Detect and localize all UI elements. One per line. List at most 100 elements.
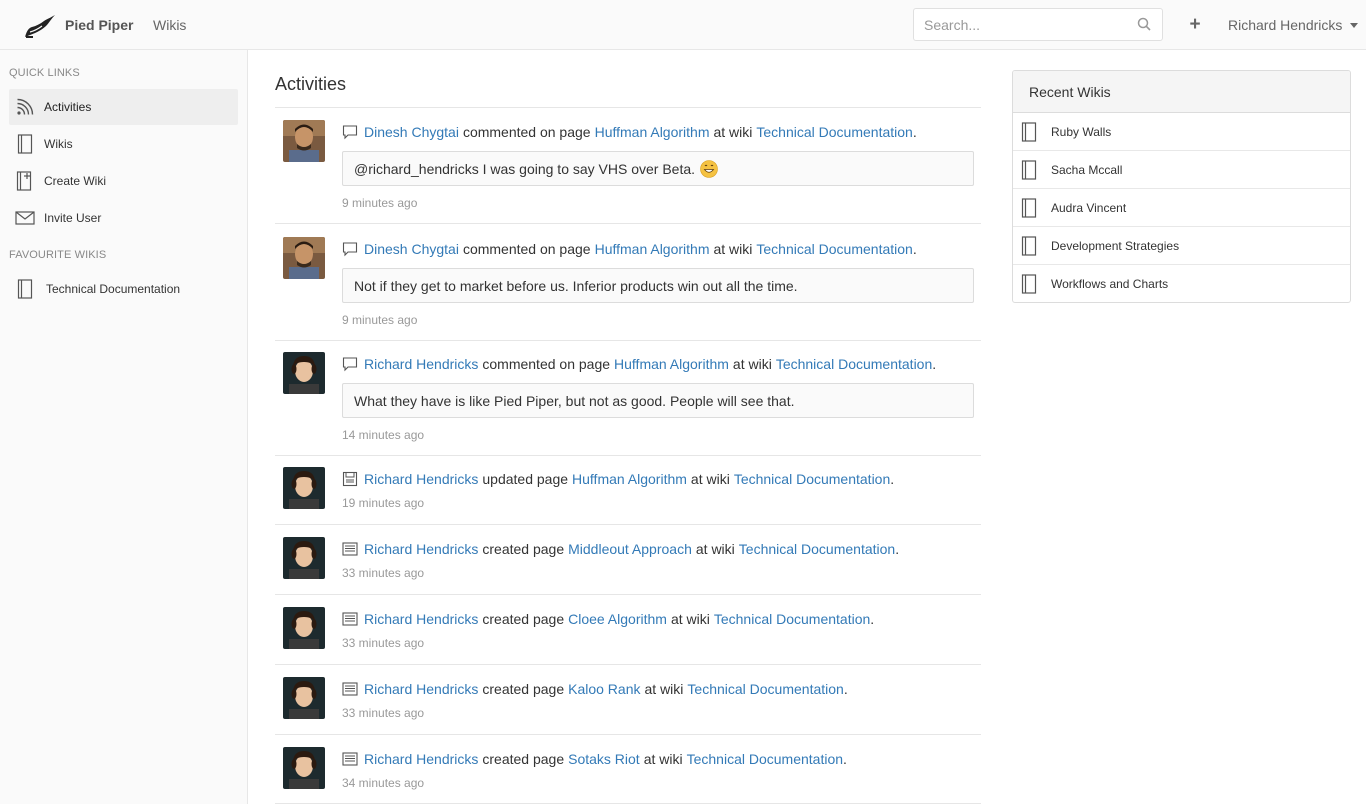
avatar[interactable] (283, 677, 325, 719)
brand-link[interactable]: Pied Piper (24, 12, 133, 38)
smiley-emoji-icon (700, 159, 718, 178)
pied-piper-logo-icon (25, 15, 55, 38)
recent-wiki-item[interactable]: Development Strategies (1013, 227, 1350, 265)
page-link[interactable]: Sotaks Riot (568, 751, 640, 767)
book-icon (1021, 235, 1037, 256)
rss-icon (14, 96, 36, 118)
book-icon (14, 133, 36, 155)
book-icon (1021, 159, 1037, 180)
caret-down-icon (1350, 22, 1359, 28)
avatar[interactable] (283, 747, 325, 789)
action-text: updated page (482, 471, 569, 487)
book-icon (1021, 274, 1037, 294)
search-input[interactable] (914, 9, 1134, 40)
page-link[interactable]: Huffman Algorithm (595, 124, 710, 140)
user-menu-dropdown[interactable]: Richard Hendricks (1228, 17, 1359, 33)
timestamp: 33 minutes ago (342, 566, 425, 580)
avatar[interactable] (283, 607, 325, 649)
activity-text: Richard Hendricks created page Cloee Algor… (342, 611, 874, 627)
avatar[interactable] (283, 120, 325, 162)
avatar[interactable] (283, 467, 325, 509)
wiki-link[interactable]: Technical Documentation (687, 681, 843, 697)
action-text: at wiki (670, 611, 710, 627)
search-box (913, 8, 1163, 41)
page-icon (342, 751, 358, 767)
activity-text: Richard Hendricks created page Kaloo Rank a… (342, 681, 848, 697)
user-name: Richard Hendricks (1228, 17, 1343, 33)
avatar[interactable] (283, 352, 325, 394)
page-icon (342, 681, 358, 697)
punctuation: . (912, 124, 917, 140)
action-text: at wiki (690, 471, 730, 487)
sidebar-item-create-wiki[interactable]: Create Wiki (9, 163, 238, 199)
user-link[interactable]: Richard Hendricks (364, 751, 478, 767)
top-navbar: Pied Piper Wikis + Richard Hendricks (0, 0, 1366, 50)
wiki-link[interactable]: Technical Documentation (714, 611, 870, 627)
sidebar-item-label: Technical Documentation (46, 282, 181, 296)
page-link[interactable]: Kaloo Rank (568, 681, 640, 697)
wiki-link[interactable]: Technical Documentation (776, 356, 932, 372)
user-link[interactable]: Richard Hendricks (364, 541, 478, 557)
sidebar-item-invite-user[interactable]: Invite User (9, 200, 238, 236)
wiki-link[interactable]: Technical Documentation (756, 241, 912, 257)
avatar[interactable] (283, 537, 325, 579)
comment-icon (342, 241, 358, 257)
comment-icon (342, 356, 358, 372)
sidebar: QUICK LINKS Activities Wikis Create Wiki… (0, 50, 248, 804)
user-link[interactable]: Richard Hendricks (364, 611, 478, 627)
book-plus-icon (14, 170, 36, 192)
wiki-link[interactable]: Technical Documentation (739, 541, 895, 557)
search-icon[interactable] (1137, 17, 1151, 31)
activity-item: Dinesh Chygtai commented on page Huffman A… (275, 225, 981, 341)
book-icon (1021, 197, 1037, 218)
recent-wiki-item[interactable]: Sacha Mccall (1013, 151, 1350, 189)
page-link[interactable]: Cloee Algorithm (568, 611, 667, 627)
sidebar-item-technical-documentation[interactable]: Technical Documentation (9, 271, 238, 307)
page-link[interactable]: Middleout Approach (568, 541, 692, 557)
action-text: created page (482, 751, 565, 767)
page-icon (342, 541, 358, 557)
recent-wiki-item[interactable]: Audra Vincent (1013, 189, 1350, 227)
punctuation: . (895, 541, 900, 557)
action-text: created page (482, 541, 565, 557)
user-link[interactable]: Dinesh Chygtai (364, 124, 459, 140)
comment-body: @richard_hendricks I was going to say VH… (342, 151, 974, 186)
user-link[interactable]: Richard Hendricks (364, 356, 478, 372)
timestamp: 33 minutes ago (342, 706, 425, 720)
action-text: created page (482, 681, 565, 697)
user-link[interactable]: Dinesh Chygtai (364, 241, 459, 257)
page-title: Activities (275, 74, 347, 94)
user-link[interactable]: Richard Hendricks (364, 471, 478, 487)
recent-wiki-label: Workflows and Charts (1051, 277, 1169, 291)
activity-item: Richard Hendricks created page Sotaks Riot… (275, 735, 981, 804)
nav-wikis-link[interactable]: Wikis (153, 17, 186, 33)
sidebar-item-wikis[interactable]: Wikis (9, 126, 238, 162)
user-link[interactable]: Richard Hendricks (364, 681, 478, 697)
recent-wiki-item[interactable]: Ruby Walls (1013, 113, 1350, 151)
punctuation: . (870, 611, 875, 627)
action-text: at wiki (713, 124, 753, 140)
avatar[interactable] (283, 237, 325, 279)
wiki-link[interactable]: Technical Documentation (734, 471, 890, 487)
wiki-link[interactable]: Technical Documentation (687, 751, 843, 767)
action-text: at wiki (643, 751, 683, 767)
page-link[interactable]: Huffman Algorithm (595, 241, 710, 257)
favourite-wikis-title: FAVOURITE WIKIS (9, 249, 107, 261)
punctuation: . (932, 356, 937, 372)
sidebar-item-label: Invite User (44, 211, 102, 225)
action-text: commented on page (462, 124, 591, 140)
comment-text: Not if they get to market before us. Inf… (354, 277, 798, 294)
add-icon[interactable]: + (1186, 15, 1204, 35)
recent-wiki-item[interactable]: Workflows and Charts (1013, 265, 1350, 302)
punctuation: . (843, 681, 848, 697)
book-icon (1021, 121, 1037, 142)
comment-text: @richard_hendricks I was going to say VH… (354, 160, 696, 177)
punctuation: . (843, 751, 847, 767)
activity-item: Dinesh Chygtai commented on page Huffman A… (275, 108, 981, 224)
comment-text: What they have is like Pied Piper, but n… (354, 392, 795, 409)
recent-wiki-label: Development Strategies (1051, 238, 1180, 253)
page-link[interactable]: Huffman Algorithm (614, 356, 729, 372)
sidebar-item-activities[interactable]: Activities (9, 89, 238, 125)
wiki-link[interactable]: Technical Documentation (756, 124, 912, 140)
page-link[interactable]: Huffman Algorithm (572, 471, 687, 487)
